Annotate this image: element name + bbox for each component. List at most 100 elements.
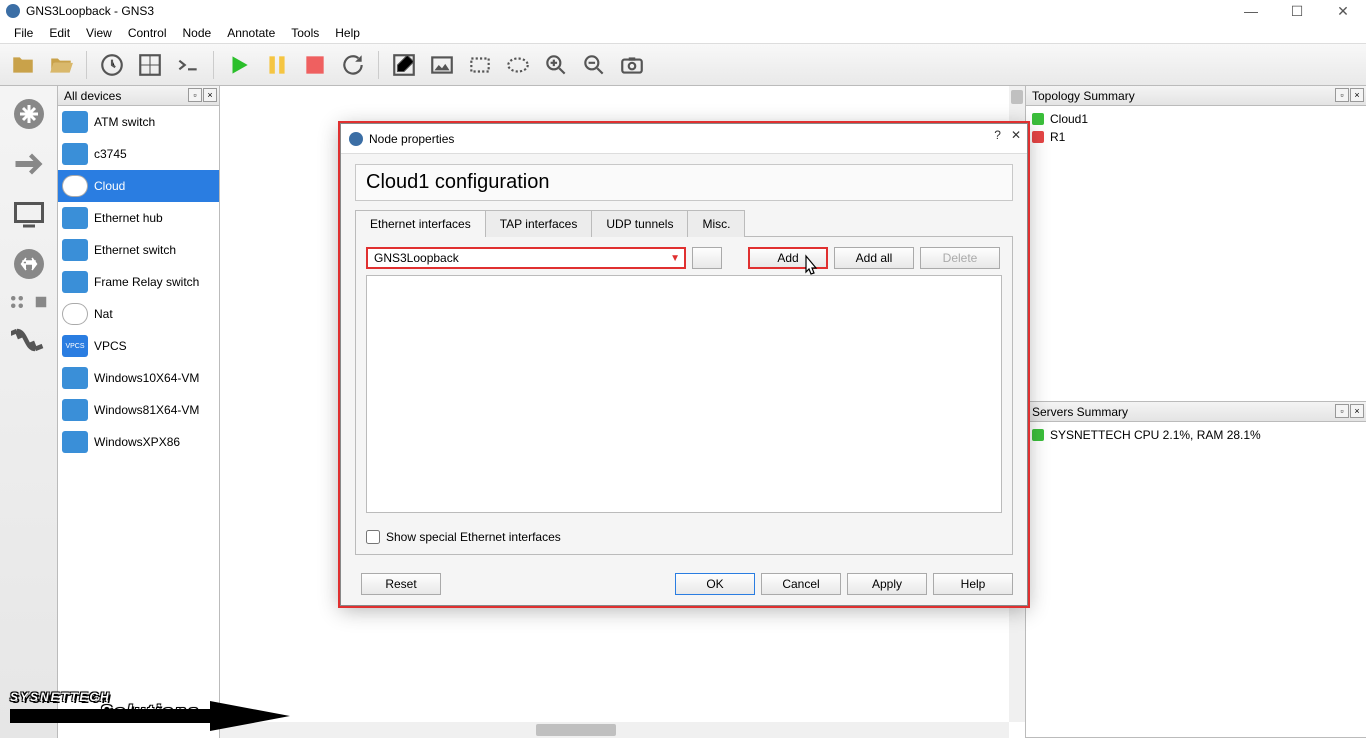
status-green-icon — [1032, 429, 1044, 441]
menu-tools[interactable]: Tools — [283, 24, 327, 42]
device-item[interactable]: VPCSVPCS — [58, 330, 219, 362]
add-button[interactable]: Add — [748, 247, 828, 269]
category-end-devices-icon[interactable] — [7, 192, 51, 236]
open-project-icon[interactable] — [44, 48, 78, 82]
device-item[interactable]: Ethernet hub — [58, 202, 219, 234]
panel-undock-icon[interactable]: ▫ — [1335, 404, 1349, 418]
dialog-close-icon[interactable]: ✕ — [1011, 128, 1021, 142]
add-all-button[interactable]: Add all — [834, 247, 914, 269]
maximize-button[interactable]: ☐ — [1274, 0, 1320, 22]
menu-control[interactable]: Control — [120, 24, 175, 42]
menu-file[interactable]: File — [6, 24, 41, 42]
category-docker-icon[interactable] — [31, 292, 51, 312]
device-item[interactable]: Windows81X64-VM — [58, 394, 219, 426]
window-titlebar: GNS3Loopback - GNS3 — ☐ ✕ — [0, 0, 1366, 22]
menu-annotate[interactable]: Annotate — [219, 24, 283, 42]
panel-undock-icon[interactable]: ▫ — [188, 88, 202, 102]
apply-button[interactable]: Apply — [847, 573, 927, 595]
device-item[interactable]: c3745 — [58, 138, 219, 170]
device-item[interactable]: Windows10X64-VM — [58, 362, 219, 394]
device-vm-icon — [62, 367, 88, 389]
servers-list[interactable]: SYSNETTECH CPU 2.1%, RAM 28.1% — [1026, 422, 1366, 448]
device-item[interactable]: ATM switch — [58, 106, 219, 138]
ellipse-icon[interactable] — [501, 48, 535, 82]
dialog-help-icon[interactable]: ? — [994, 128, 1001, 142]
device-nat-icon — [62, 303, 88, 325]
minimize-button[interactable]: — — [1228, 0, 1274, 22]
chevron-down-icon: ▼ — [670, 253, 680, 264]
topology-item[interactable]: R1 — [1032, 128, 1360, 146]
dialog-tabs: Ethernet interfaces TAP interfaces UDP t… — [355, 209, 1013, 237]
category-routers-icon[interactable] — [7, 92, 51, 136]
device-item-label: WindowsXPX86 — [94, 435, 180, 449]
device-switch-icon — [62, 239, 88, 261]
menu-edit[interactable]: Edit — [41, 24, 78, 42]
topology-panel-title: Topology Summary — [1032, 89, 1135, 103]
new-project-icon[interactable] — [6, 48, 40, 82]
topology-item[interactable]: Cloud1 — [1032, 110, 1360, 128]
category-switches-icon[interactable] — [7, 142, 51, 186]
device-item-label: ATM switch — [94, 115, 155, 129]
play-icon[interactable] — [222, 48, 256, 82]
category-security-icon[interactable] — [7, 242, 51, 286]
devices-panel: All devices ▫× ATM switchc3745CloudEther… — [58, 86, 220, 738]
tab-tap-interfaces[interactable]: TAP interfaces — [485, 210, 593, 237]
horizontal-scrollbar[interactable] — [220, 722, 1009, 738]
zoom-out-icon[interactable] — [577, 48, 611, 82]
devices-panel-header: All devices ▫× — [58, 86, 219, 106]
reload-icon[interactable] — [336, 48, 370, 82]
device-item-label: Frame Relay switch — [94, 275, 199, 289]
note-icon[interactable] — [387, 48, 421, 82]
server-item[interactable]: SYSNETTECH CPU 2.1%, RAM 28.1% — [1032, 426, 1360, 444]
refresh-interface-button[interactable] — [692, 247, 722, 269]
rectangle-icon[interactable] — [463, 48, 497, 82]
screenshot-icon[interactable] — [615, 48, 649, 82]
reset-button[interactable]: Reset — [361, 573, 441, 595]
tab-ethernet-interfaces[interactable]: Ethernet interfaces — [355, 210, 486, 237]
interface-dropdown[interactable]: GNS3Loopback ▼ — [366, 247, 686, 269]
device-item[interactable]: Nat — [58, 298, 219, 330]
cancel-button[interactable]: Cancel — [761, 573, 841, 595]
console-icon[interactable] — [171, 48, 205, 82]
panel-close-icon[interactable]: × — [1350, 88, 1364, 102]
close-button[interactable]: ✕ — [1320, 0, 1366, 22]
device-item[interactable]: Ethernet switch — [58, 234, 219, 266]
clock-icon[interactable] — [95, 48, 129, 82]
menu-node[interactable]: Node — [175, 24, 220, 42]
device-vm-icon — [62, 431, 88, 453]
menu-help[interactable]: Help — [327, 24, 368, 42]
device-item-label: VPCS — [94, 339, 127, 353]
device-item[interactable]: WindowsXPX86 — [58, 426, 219, 458]
topology-list[interactable]: Cloud1 R1 — [1026, 106, 1366, 150]
show-special-checkbox[interactable] — [366, 530, 380, 544]
menu-view[interactable]: View — [78, 24, 120, 42]
device-fr-icon — [62, 271, 88, 293]
device-item[interactable]: Cloud — [58, 170, 219, 202]
tab-udp-tunnels[interactable]: UDP tunnels — [591, 210, 688, 237]
help-button[interactable]: Help — [933, 573, 1013, 595]
zoom-in-icon[interactable] — [539, 48, 573, 82]
manage-icon[interactable] — [133, 48, 167, 82]
tab-content: GNS3Loopback ▼ Add Add all Delete Show s… — [355, 237, 1013, 555]
panel-close-icon[interactable]: × — [1350, 404, 1364, 418]
device-cloud-icon — [62, 175, 88, 197]
stop-icon[interactable] — [298, 48, 332, 82]
topology-item-label: R1 — [1050, 130, 1065, 144]
image-icon[interactable] — [425, 48, 459, 82]
server-item-label: SYSNETTECH CPU 2.1%, RAM 28.1% — [1050, 428, 1261, 442]
panel-undock-icon[interactable]: ▫ — [1335, 88, 1349, 102]
ok-button[interactable]: OK — [675, 573, 755, 595]
device-list[interactable]: ATM switch c3745CloudEthernet hubEthernet… — [58, 106, 219, 738]
delete-button[interactable]: Delete — [920, 247, 1000, 269]
device-item[interactable]: Frame Relay switch — [58, 266, 219, 298]
pause-icon[interactable] — [260, 48, 294, 82]
panel-close-icon[interactable]: × — [203, 88, 217, 102]
servers-panel-title: Servers Summary — [1032, 405, 1128, 419]
tab-misc[interactable]: Misc. — [687, 210, 745, 237]
add-link-icon[interactable] — [7, 318, 51, 362]
interface-list[interactable] — [366, 275, 1002, 513]
category-all-icon[interactable] — [7, 292, 27, 312]
category-strip — [0, 86, 58, 738]
app-icon — [6, 4, 20, 18]
dialog-icon — [349, 132, 363, 146]
